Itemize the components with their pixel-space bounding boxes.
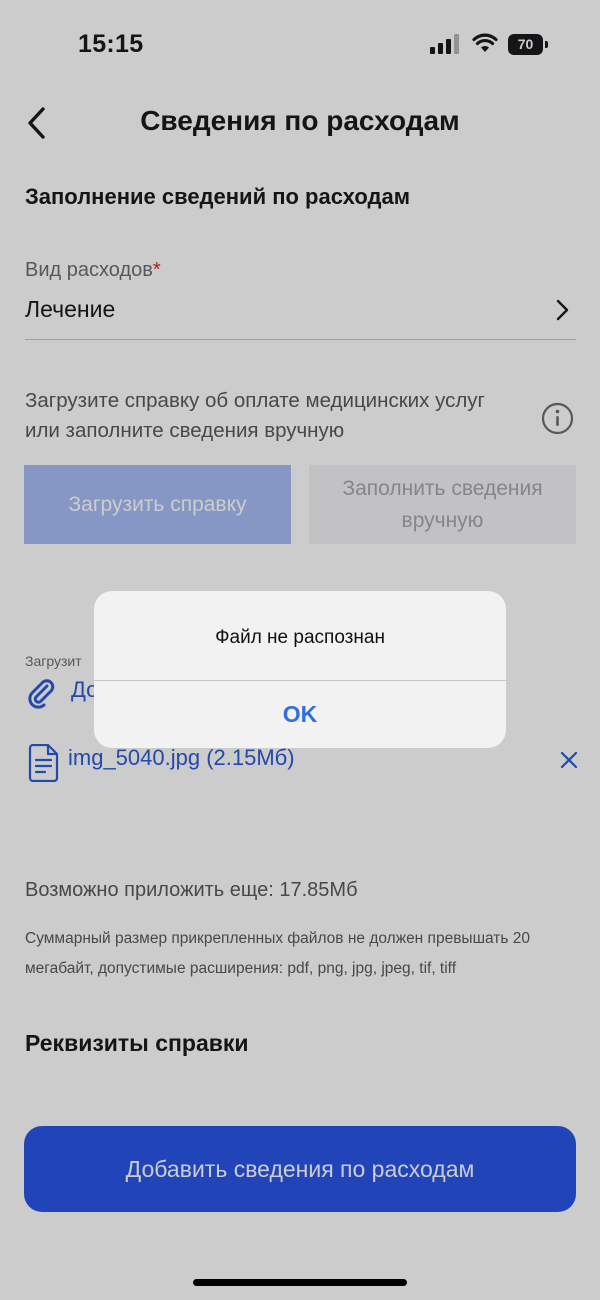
alert-message: Файл не распознан — [215, 627, 385, 648]
alert-ok-button[interactable]: OK — [94, 681, 506, 748]
app-screen: 15:15 70 Сведения по расходам Заполнение… — [0, 0, 600, 1300]
alert-dialog: Файл не распознан OK — [94, 591, 506, 748]
